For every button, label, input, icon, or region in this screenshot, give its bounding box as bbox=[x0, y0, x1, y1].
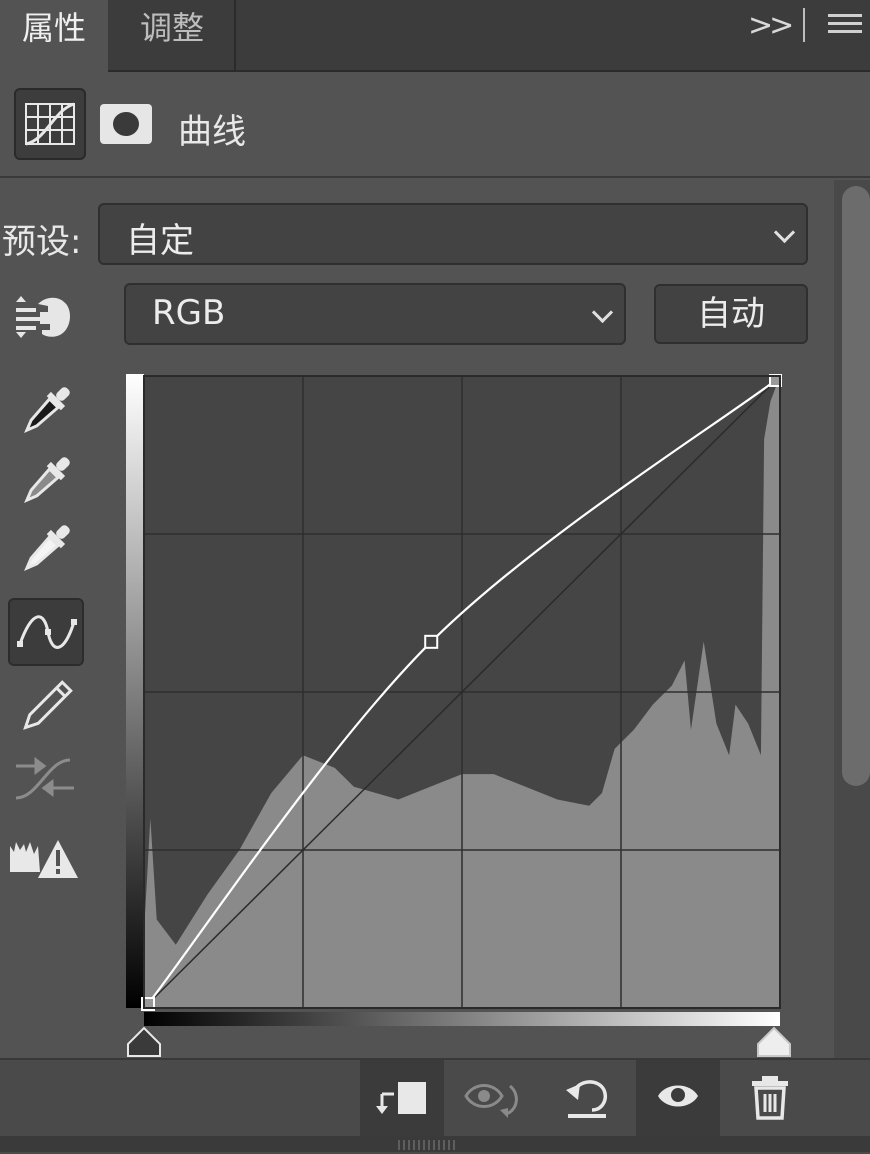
smooth-icon[interactable] bbox=[8, 746, 84, 812]
channel-dropdown[interactable]: RGB bbox=[124, 283, 626, 345]
curve-control-point[interactable] bbox=[424, 634, 439, 649]
gray-eyedropper-icon[interactable] bbox=[8, 448, 84, 514]
pencil-icon[interactable] bbox=[8, 674, 84, 740]
visibility-eye-icon[interactable] bbox=[636, 1060, 720, 1136]
chevron-down-icon bbox=[591, 301, 614, 324]
clipping-warning-icon[interactable] bbox=[8, 826, 84, 892]
curves-graph[interactable] bbox=[126, 373, 783, 1014]
tab-bar: 属性 调整 >> bbox=[0, 0, 870, 72]
resize-grip[interactable] bbox=[398, 1140, 458, 1150]
channel-value: RGB bbox=[152, 293, 226, 333]
mask-icon[interactable] bbox=[100, 104, 152, 144]
hand-scrubby-icon[interactable] bbox=[12, 290, 76, 344]
tab-adjustments[interactable]: 调整 bbox=[110, 0, 236, 70]
auto-button[interactable]: 自动 bbox=[654, 284, 808, 344]
preset-dropdown[interactable]: 自定 bbox=[98, 203, 808, 265]
tab-separator bbox=[803, 8, 805, 42]
panel-title: 曲线 bbox=[178, 112, 246, 152]
preset-value: 自定 bbox=[126, 221, 194, 261]
black-point-slider bbox=[127, 1026, 161, 1057]
collapse-panel-icon[interactable]: >> bbox=[748, 8, 794, 43]
curve-points-icon[interactable] bbox=[8, 598, 84, 666]
view-previous-state-icon[interactable] bbox=[448, 1060, 532, 1136]
clip-to-layer-icon[interactable] bbox=[360, 1060, 444, 1136]
panel-menu-icon[interactable] bbox=[828, 14, 862, 38]
black-eyedropper-icon[interactable] bbox=[8, 378, 84, 444]
input-slider[interactable] bbox=[126, 1012, 796, 1058]
white-point-slider bbox=[757, 1026, 791, 1057]
reset-icon[interactable] bbox=[546, 1060, 630, 1136]
scrollbar-thumb[interactable] bbox=[842, 186, 870, 786]
chevron-down-icon bbox=[773, 221, 796, 244]
tab-properties[interactable]: 属性 bbox=[0, 0, 108, 72]
white-eyedropper-icon[interactable] bbox=[8, 516, 84, 582]
curves-icon[interactable] bbox=[14, 88, 86, 160]
trash-icon[interactable] bbox=[728, 1060, 812, 1136]
preset-label: 预设: bbox=[2, 222, 82, 262]
output-gradient-bar bbox=[126, 374, 144, 1008]
input-gradient-bar bbox=[144, 1012, 780, 1026]
